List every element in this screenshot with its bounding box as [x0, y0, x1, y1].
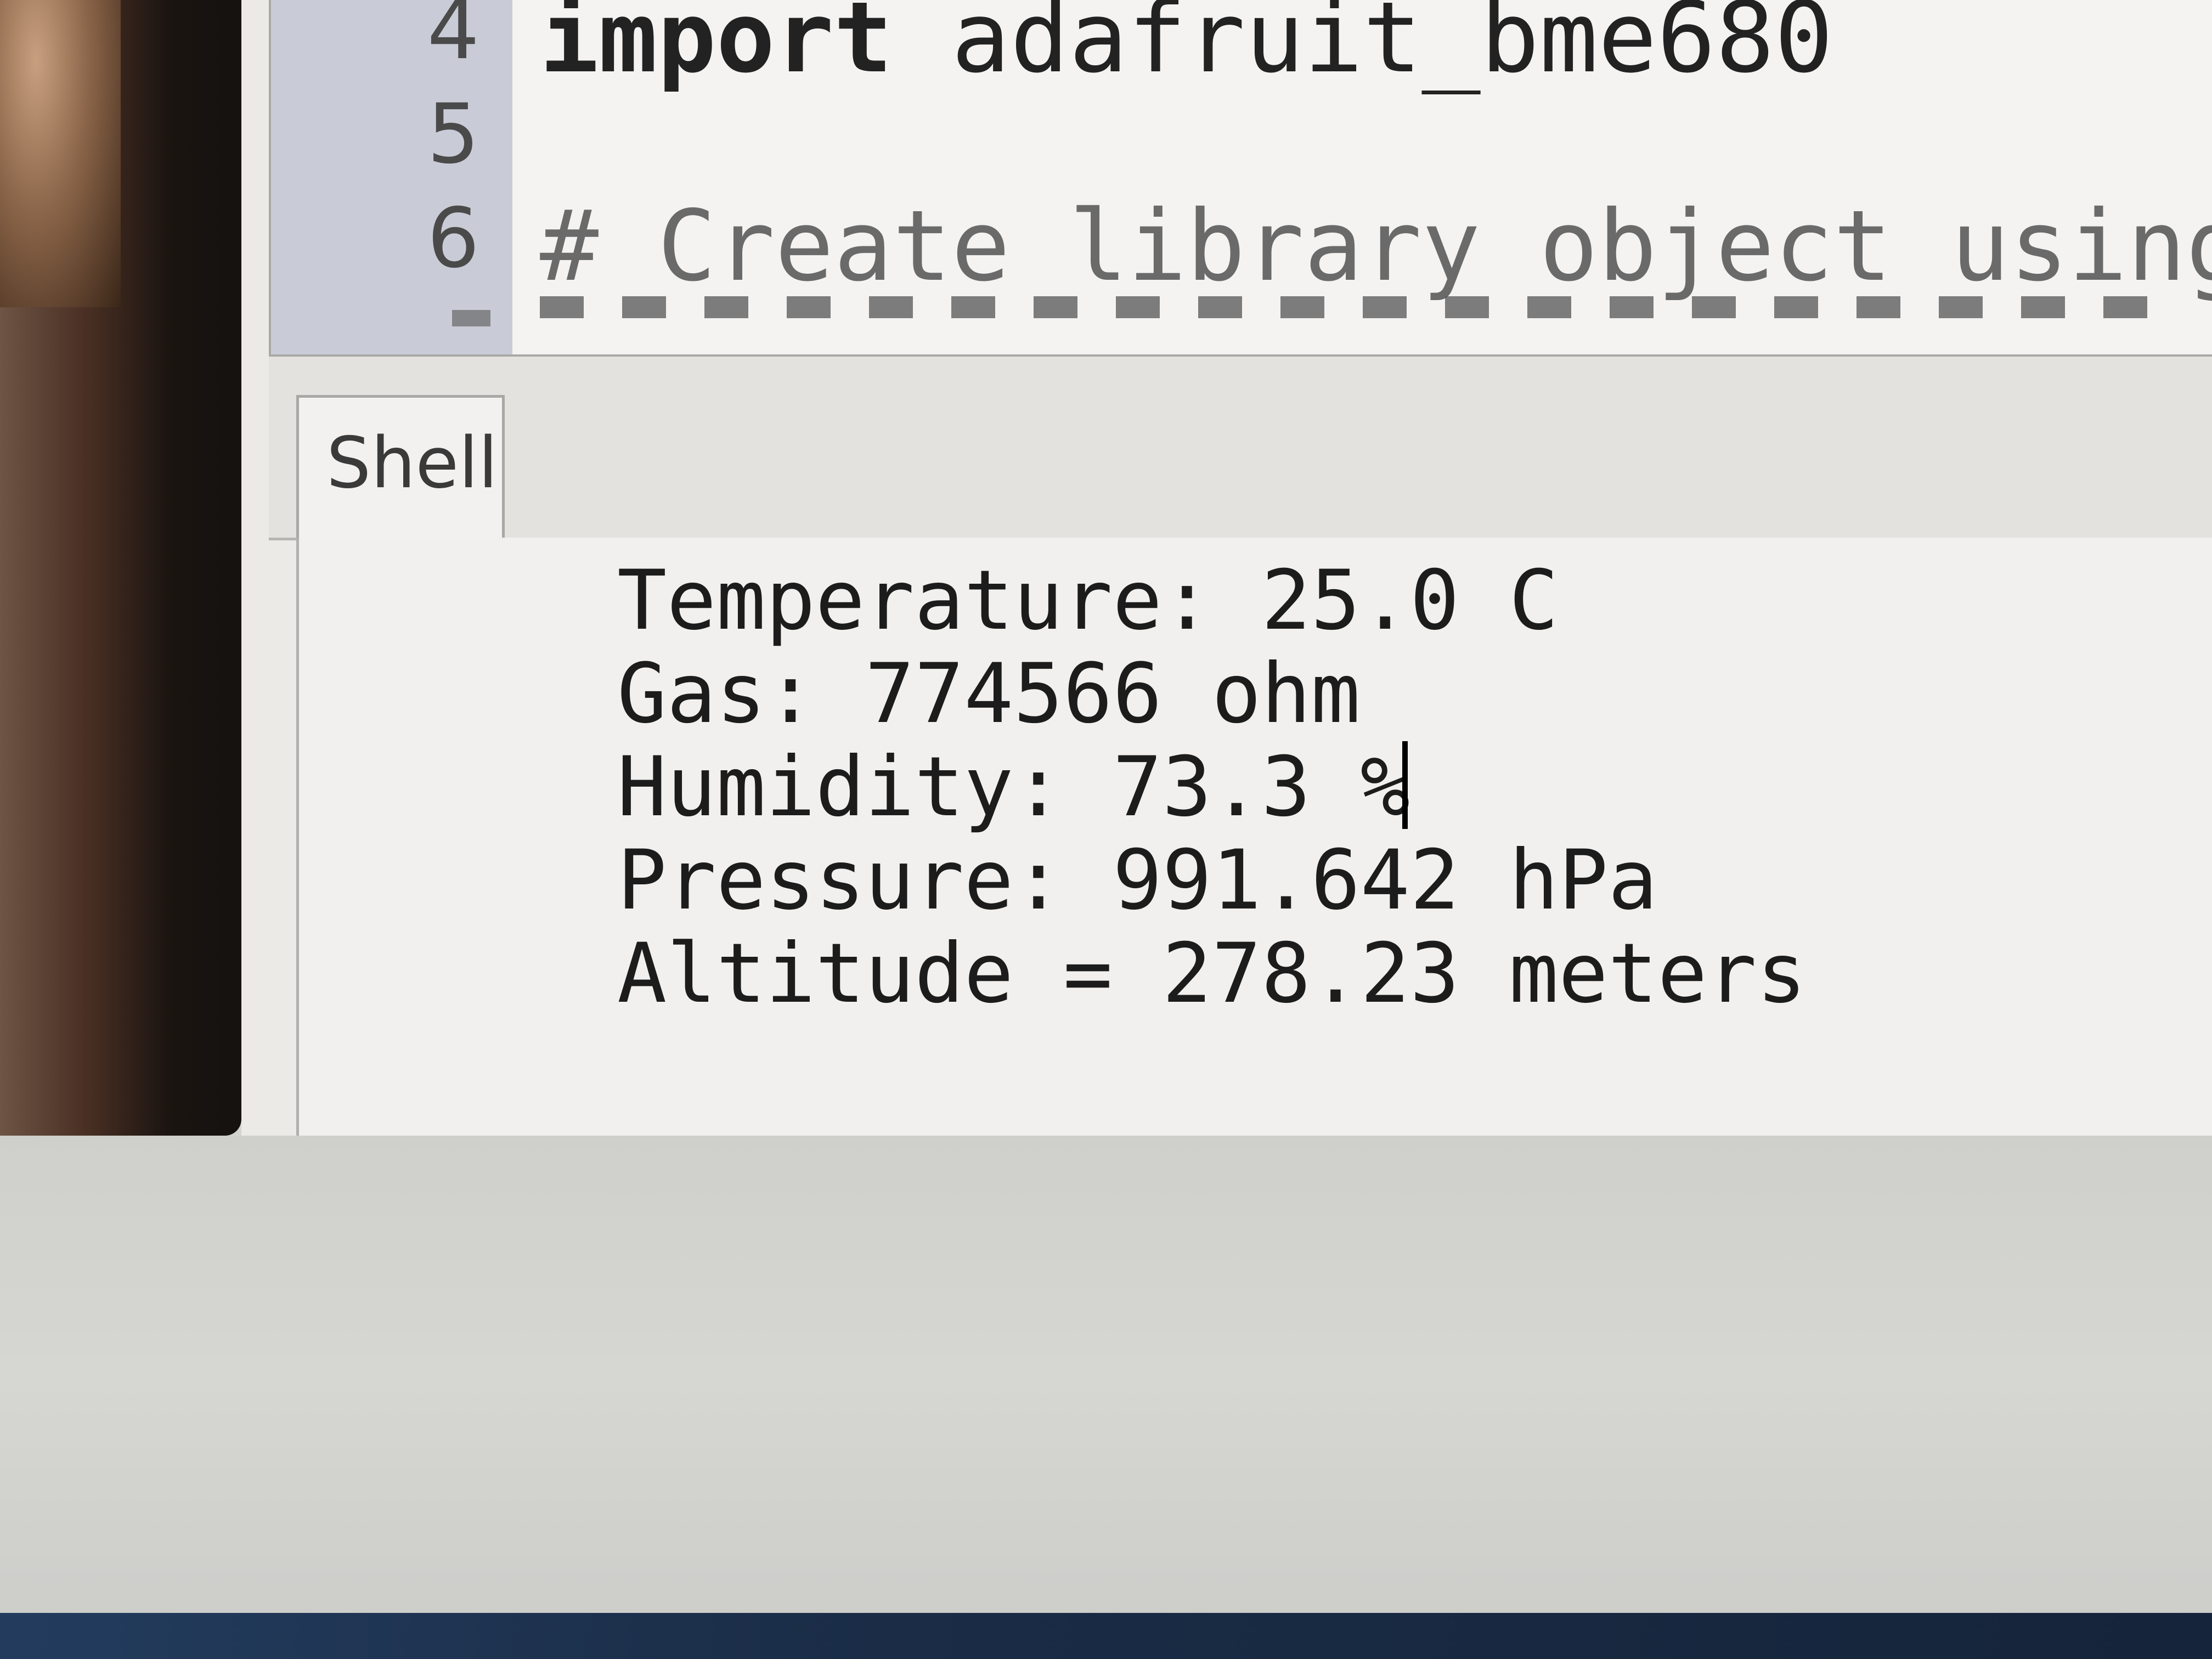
keyword: import [540, 0, 893, 94]
line-number-gutter: 4 5 6 [271, 0, 512, 354]
code-editor[interactable]: 4 5 6 import adafruit_bme680 # Create li… [269, 0, 2212, 357]
module-name: adafruit_bme680 [893, 0, 1833, 94]
code-line-import[interactable]: import adafruit_bme680 [540, 0, 1833, 87]
tab-shell[interactable]: Shell [296, 395, 505, 540]
clipped-code-line [540, 296, 2186, 318]
shell-output-temperature: Temperature: 25.0 C [617, 553, 1559, 648]
code-line-comment[interactable]: # Create library object using our E [540, 198, 2212, 295]
shell-output-altitude: Altitude = 278.23 meters [617, 926, 1807, 1022]
shell-output-gas: Gas: 774566 ohm [617, 646, 1361, 742]
laptop-bezel [0, 0, 241, 1136]
shell-output-area[interactable]: Temperature: 25.0 C Gas: 774566 ohm Humi… [296, 538, 2212, 1136]
thonny-window: 4 5 6 import adafruit_bme680 # Create li… [241, 0, 2212, 1136]
shell-output-pressure: Pressure: 991.642 hPa [617, 833, 1658, 928]
line-number: 4 [427, 0, 479, 78]
tab-shell-label: Shell [326, 422, 498, 504]
text-cursor [1402, 741, 1408, 829]
shell-output-humidity: Humidity: 73.3 % [617, 740, 1410, 835]
line-number: 5 [427, 87, 479, 182]
line-number: 6 [427, 191, 479, 286]
photo-frame: 4 5 6 import adafruit_bme680 # Create li… [0, 0, 2212, 1659]
laptop-lower-bezel [0, 1136, 2212, 1618]
background-strip [0, 1613, 2212, 1659]
clipped-line-number [452, 310, 490, 326]
background-glare [0, 0, 121, 307]
shell-output-humidity-line: Humidity: 73.3 % [617, 740, 1410, 835]
shell-tab-bar: Shell [269, 357, 2212, 540]
